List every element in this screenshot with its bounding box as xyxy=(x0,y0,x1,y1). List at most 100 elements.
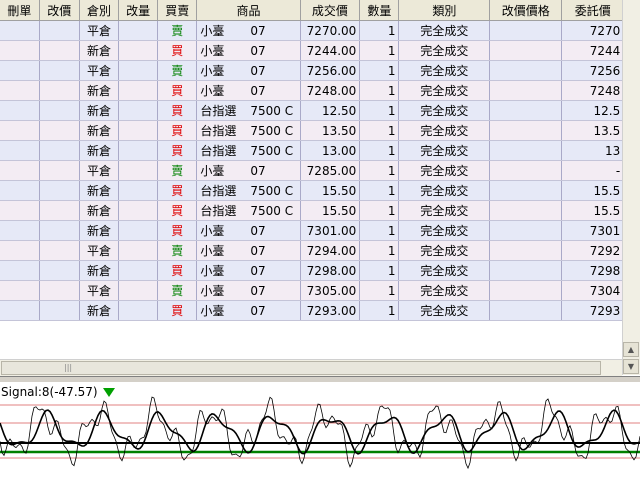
col-fill-price[interactable]: 成交價 xyxy=(300,0,361,21)
cell-side[interactable]: 買 xyxy=(157,200,198,221)
cell-order-price[interactable]: 7292 xyxy=(561,240,622,261)
cell-fill-price[interactable]: 13.00 xyxy=(300,140,361,161)
cell-modify-qty[interactable] xyxy=(118,180,159,201)
cell-position[interactable]: 新倉 xyxy=(79,40,120,61)
vertical-scrollbar[interactable]: ▲ ▼ xyxy=(622,0,640,375)
cell-position[interactable]: 平倉 xyxy=(79,280,120,301)
cell-new-price[interactable] xyxy=(489,280,563,301)
col-modify-price[interactable]: 改價 xyxy=(39,0,80,21)
cell-modify-price[interactable] xyxy=(39,120,80,141)
cell-new-price[interactable] xyxy=(489,260,563,281)
col-delete[interactable]: 刪單 xyxy=(0,0,40,21)
cell-type[interactable]: 完全成交 xyxy=(398,200,491,221)
col-new-price[interactable]: 改價價格 xyxy=(489,0,563,21)
cell-side[interactable]: 買 xyxy=(157,300,198,321)
cell-order-price[interactable]: 7244 xyxy=(561,40,622,61)
cell-new-price[interactable] xyxy=(489,240,563,261)
cell-modify-qty[interactable] xyxy=(118,20,159,41)
cell-new-price[interactable] xyxy=(489,180,563,201)
col-modify-qty[interactable]: 改量 xyxy=(118,0,159,21)
cell-side[interactable]: 買 xyxy=(157,140,198,161)
cell-delete[interactable] xyxy=(0,260,40,281)
cell-modify-price[interactable] xyxy=(39,100,80,121)
cell-modify-qty[interactable] xyxy=(118,80,159,101)
cell-delete[interactable] xyxy=(0,200,40,221)
cell-quantity[interactable]: 1 xyxy=(359,60,400,81)
cell-product[interactable]: 小臺 07 xyxy=(196,20,301,41)
cell-type[interactable]: 完全成交 xyxy=(398,120,491,141)
cell-type[interactable]: 完全成交 xyxy=(398,140,491,161)
scroll-up-button[interactable]: ▲ xyxy=(623,342,639,357)
cell-delete[interactable] xyxy=(0,40,40,61)
cell-fill-price[interactable]: 7293.00 xyxy=(300,300,361,321)
cell-order-price[interactable]: - xyxy=(561,160,622,181)
cell-new-price[interactable] xyxy=(489,100,563,121)
cell-new-price[interactable] xyxy=(489,60,563,81)
cell-quantity[interactable]: 1 xyxy=(359,20,400,41)
cell-quantity[interactable]: 1 xyxy=(359,160,400,181)
cell-quantity[interactable]: 1 xyxy=(359,120,400,141)
cell-fill-price[interactable]: 7244.00 xyxy=(300,40,361,61)
cell-order-price[interactable]: 7270 xyxy=(561,20,622,41)
cell-order-price[interactable]: 7301 xyxy=(561,220,622,241)
cell-product[interactable]: 小臺 07 xyxy=(196,40,301,61)
table-row[interactable]: 平倉 賣小臺 07 7285.00 1 完全成交 - xyxy=(0,160,622,181)
cell-modify-price[interactable] xyxy=(39,40,80,61)
cell-quantity[interactable]: 1 xyxy=(359,180,400,201)
cell-modify-qty[interactable] xyxy=(118,100,159,121)
cell-modify-qty[interactable] xyxy=(118,120,159,141)
cell-side[interactable]: 賣 xyxy=(157,280,198,301)
cell-product[interactable]: 小臺 07 xyxy=(196,160,301,181)
cell-order-price[interactable]: 7248 xyxy=(561,80,622,101)
cell-modify-qty[interactable] xyxy=(118,60,159,81)
cell-position[interactable]: 新倉 xyxy=(79,220,120,241)
col-product[interactable]: 商品 xyxy=(196,0,301,21)
cell-type[interactable]: 完全成交 xyxy=(398,180,491,201)
cell-fill-price[interactable]: 7298.00 xyxy=(300,260,361,281)
cell-type[interactable]: 完全成交 xyxy=(398,280,491,301)
cell-new-price[interactable] xyxy=(489,40,563,61)
cell-side[interactable]: 賣 xyxy=(157,60,198,81)
cell-fill-price[interactable]: 7248.00 xyxy=(300,80,361,101)
cell-side[interactable]: 賣 xyxy=(157,240,198,261)
cell-product[interactable]: 小臺 07 xyxy=(196,220,301,241)
cell-side[interactable]: 買 xyxy=(157,260,198,281)
cell-order-price[interactable]: 13 xyxy=(561,140,622,161)
cell-modify-price[interactable] xyxy=(39,200,80,221)
cell-product[interactable]: 小臺 07 xyxy=(196,80,301,101)
cell-product[interactable]: 小臺 07 xyxy=(196,280,301,301)
col-side[interactable]: 買賣 xyxy=(157,0,198,21)
cell-modify-qty[interactable] xyxy=(118,200,159,221)
cell-quantity[interactable]: 1 xyxy=(359,220,400,241)
cell-delete[interactable] xyxy=(0,240,40,261)
cell-type[interactable]: 完全成交 xyxy=(398,40,491,61)
cell-order-price[interactable]: 12.5 xyxy=(561,100,622,121)
table-row[interactable]: 平倉 賣小臺 07 7256.00 1 完全成交 7256 xyxy=(0,60,622,81)
cell-modify-price[interactable] xyxy=(39,180,80,201)
cell-delete[interactable] xyxy=(0,220,40,241)
table-row[interactable]: 新倉 買台指選 7500 C 15.50 1 完全成交 15.5 xyxy=(0,200,622,221)
table-row[interactable]: 新倉 買小臺 07 7298.00 1 完全成交 7298 xyxy=(0,260,622,281)
cell-new-price[interactable] xyxy=(489,140,563,161)
table-row[interactable]: 新倉 買小臺 07 7301.00 1 完全成交 7301 xyxy=(0,220,622,241)
table-row[interactable]: 新倉 買台指選 7500 C 12.50 1 完全成交 12.5 xyxy=(0,100,622,121)
cell-fill-price[interactable]: 7305.00 xyxy=(300,280,361,301)
cell-side[interactable]: 買 xyxy=(157,100,198,121)
cell-type[interactable]: 完全成交 xyxy=(398,260,491,281)
col-type[interactable]: 類別 xyxy=(398,0,491,21)
cell-type[interactable]: 完全成交 xyxy=(398,220,491,241)
cell-delete[interactable] xyxy=(0,80,40,101)
cell-fill-price[interactable]: 7270.00 xyxy=(300,20,361,41)
cell-product[interactable]: 小臺 07 xyxy=(196,300,301,321)
cell-delete[interactable] xyxy=(0,20,40,41)
cell-position[interactable]: 平倉 xyxy=(79,160,120,181)
cell-side[interactable]: 買 xyxy=(157,40,198,61)
cell-product[interactable]: 小臺 07 xyxy=(196,60,301,81)
cell-delete[interactable] xyxy=(0,120,40,141)
cell-modify-qty[interactable] xyxy=(118,160,159,181)
cell-position[interactable]: 平倉 xyxy=(79,240,120,261)
cell-position[interactable]: 新倉 xyxy=(79,120,120,141)
cell-product[interactable]: 台指選 7500 C xyxy=(196,200,301,221)
cell-order-price[interactable]: 7256 xyxy=(561,60,622,81)
cell-order-price[interactable]: 7304 xyxy=(561,280,622,301)
